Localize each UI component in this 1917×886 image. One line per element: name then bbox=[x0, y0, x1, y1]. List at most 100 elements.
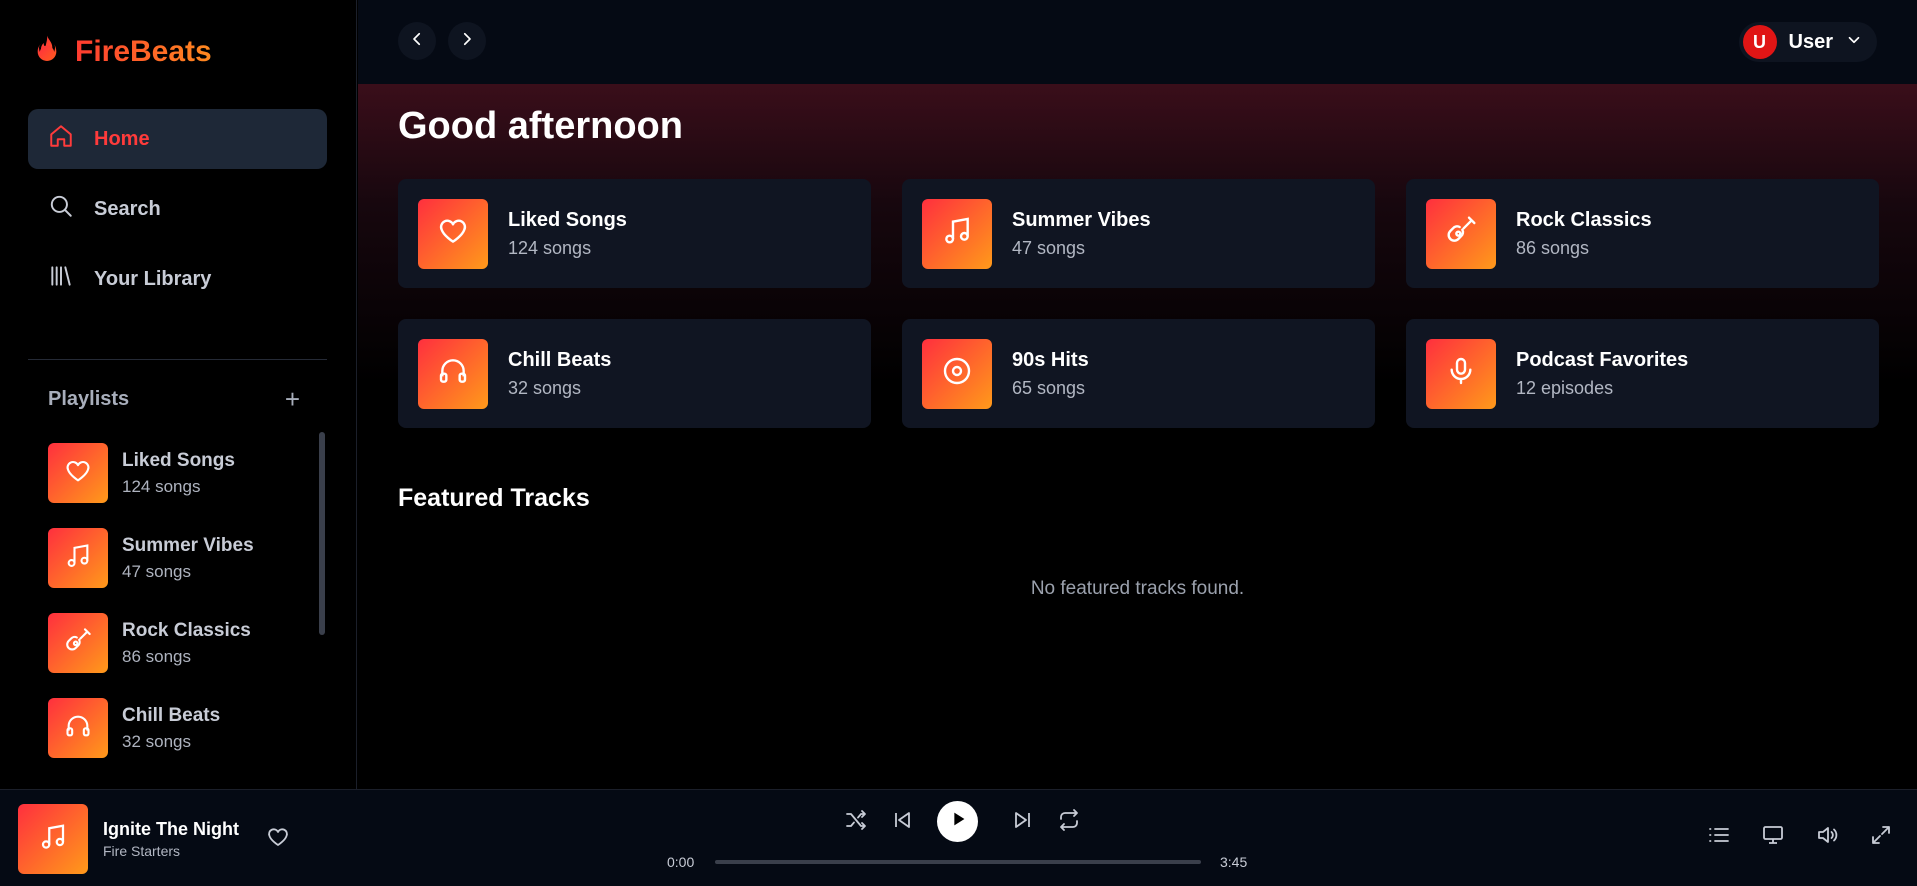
device-button[interactable] bbox=[1761, 823, 1787, 849]
playlist-art bbox=[48, 613, 108, 673]
featured-empty-message: No featured tracks found. bbox=[1030, 578, 1245, 599]
home-icon bbox=[48, 123, 74, 155]
back-button[interactable] bbox=[398, 22, 436, 60]
top-bar: U User bbox=[358, 0, 1917, 84]
playlist-item-liked-songs[interactable]: Liked Songs 124 songs bbox=[48, 443, 308, 503]
user-name: User bbox=[1788, 30, 1833, 53]
sidebar-divider bbox=[28, 359, 327, 360]
extra-controls bbox=[1707, 823, 1895, 849]
user-menu-button[interactable]: U User bbox=[1738, 22, 1877, 62]
nav-label: Home bbox=[94, 127, 150, 150]
playlists-label: Playlists bbox=[48, 388, 130, 410]
guitar-icon bbox=[1445, 215, 1477, 252]
logo[interactable]: FireBeats bbox=[31, 32, 212, 71]
monitor-icon bbox=[1761, 826, 1785, 851]
playlist-item-chill-beats[interactable]: Chill Beats 32 songs bbox=[48, 698, 308, 758]
main-content: U User Good afternoon Liked Songs 124 so… bbox=[358, 0, 1917, 789]
heart-icon bbox=[266, 828, 290, 853]
main-nav: Home Search Your Library bbox=[28, 109, 327, 319]
nav-item-home[interactable]: Home bbox=[28, 109, 327, 169]
card-subtitle: 65 songs bbox=[1012, 377, 1086, 398]
app-root: FireBeats Home Search Your Library Playl… bbox=[0, 0, 1917, 886]
card-title: Liked Songs bbox=[508, 208, 627, 231]
card-90s-hits[interactable]: 90s Hits 65 songs bbox=[902, 319, 1375, 428]
quick-access-grid: Liked Songs 124 songs Summer Vibes 47 so… bbox=[398, 179, 1879, 428]
card-podcast-favorites[interactable]: Podcast Favorites 12 episodes bbox=[1406, 319, 1879, 428]
search-icon bbox=[48, 193, 74, 225]
avatar: U bbox=[1742, 25, 1777, 59]
nav-item-library[interactable]: Your Library bbox=[28, 249, 327, 309]
volume-button[interactable] bbox=[1815, 823, 1841, 849]
playlist-item-summer-vibes[interactable]: Summer Vibes 47 songs bbox=[48, 528, 308, 588]
now-playing-title[interactable]: Ignite The Night bbox=[103, 819, 239, 840]
nav-label: Your Library bbox=[94, 267, 212, 290]
card-art bbox=[922, 338, 992, 409]
headphones-icon bbox=[437, 355, 469, 392]
music-note-icon bbox=[64, 542, 92, 575]
library-icon bbox=[48, 263, 74, 295]
skip-back-icon bbox=[890, 808, 914, 837]
duration: 3:45 bbox=[1220, 854, 1248, 870]
app-name: FireBeats bbox=[75, 34, 212, 68]
playlist-name: Rock Classics bbox=[122, 619, 251, 641]
shuffle-icon bbox=[844, 808, 868, 837]
queue-button[interactable] bbox=[1707, 823, 1733, 849]
previous-button[interactable] bbox=[889, 809, 915, 835]
playlist-name: Summer Vibes bbox=[122, 534, 254, 556]
add-playlist-button[interactable]: + bbox=[285, 384, 300, 415]
play-button[interactable] bbox=[937, 801, 978, 842]
shuffle-button[interactable] bbox=[843, 809, 869, 835]
next-button[interactable] bbox=[1010, 809, 1036, 835]
queue-icon bbox=[1707, 828, 1731, 851]
nav-item-search[interactable]: Search bbox=[28, 179, 327, 239]
guitar-icon bbox=[64, 627, 92, 660]
playlist-count: 124 songs bbox=[122, 476, 201, 496]
sidebar: FireBeats Home Search Your Library Playl… bbox=[0, 0, 357, 789]
chevron-right-icon bbox=[458, 30, 476, 53]
playback-controls bbox=[843, 799, 1078, 843]
card-art bbox=[1426, 338, 1496, 409]
playlist-list: Liked Songs 124 songs Summer Vibes 47 so… bbox=[48, 443, 308, 783]
fullscreen-button[interactable] bbox=[1869, 823, 1895, 849]
card-subtitle: 32 songs bbox=[508, 377, 582, 398]
card-art bbox=[418, 338, 488, 409]
card-title: Podcast Favorites bbox=[1516, 348, 1689, 371]
card-summer-vibes[interactable]: Summer Vibes 47 songs bbox=[902, 179, 1375, 288]
playlist-count: 86 songs bbox=[122, 646, 191, 666]
playlist-count: 47 songs bbox=[122, 561, 191, 581]
playlist-name: Chill Beats bbox=[122, 704, 221, 726]
card-subtitle: 86 songs bbox=[1516, 237, 1590, 258]
sidebar-scrollbar[interactable] bbox=[319, 432, 325, 635]
card-art bbox=[922, 198, 992, 269]
playlist-art bbox=[48, 528, 108, 588]
playlist-art bbox=[48, 698, 108, 758]
playlist-art bbox=[48, 443, 108, 503]
card-subtitle: 47 songs bbox=[1012, 237, 1086, 258]
featured-tracks-title: Featured Tracks bbox=[398, 484, 590, 512]
card-liked-songs[interactable]: Liked Songs 124 songs bbox=[398, 179, 871, 288]
playlist-name: Liked Songs bbox=[122, 449, 235, 471]
card-title: Rock Classics bbox=[1516, 208, 1652, 231]
now-playing-art bbox=[18, 804, 88, 874]
disc-icon bbox=[941, 355, 973, 392]
like-button[interactable] bbox=[266, 825, 292, 851]
card-art bbox=[418, 198, 488, 269]
card-rock-classics[interactable]: Rock Classics 86 songs bbox=[1406, 179, 1879, 288]
page-title: Good afternoon bbox=[398, 105, 683, 147]
playlists-header: Playlists + bbox=[48, 384, 300, 415]
forward-button[interactable] bbox=[448, 22, 486, 60]
progress-bar[interactable] bbox=[715, 860, 1201, 864]
play-icon bbox=[947, 808, 969, 835]
music-note-icon bbox=[941, 215, 973, 252]
repeat-icon bbox=[1057, 808, 1081, 837]
volume-icon bbox=[1815, 827, 1839, 851]
headphones-icon bbox=[64, 712, 92, 745]
card-subtitle: 12 episodes bbox=[1516, 377, 1614, 398]
playlist-item-rock-classics[interactable]: Rock Classics 86 songs bbox=[48, 613, 308, 673]
repeat-button[interactable] bbox=[1056, 808, 1082, 837]
card-chill-beats[interactable]: Chill Beats 32 songs bbox=[398, 319, 871, 428]
now-playing-artist[interactable]: Fire Starters bbox=[103, 843, 180, 859]
microphone-icon bbox=[1445, 355, 1477, 392]
music-note-icon bbox=[38, 822, 68, 857]
flame-icon bbox=[31, 32, 63, 71]
